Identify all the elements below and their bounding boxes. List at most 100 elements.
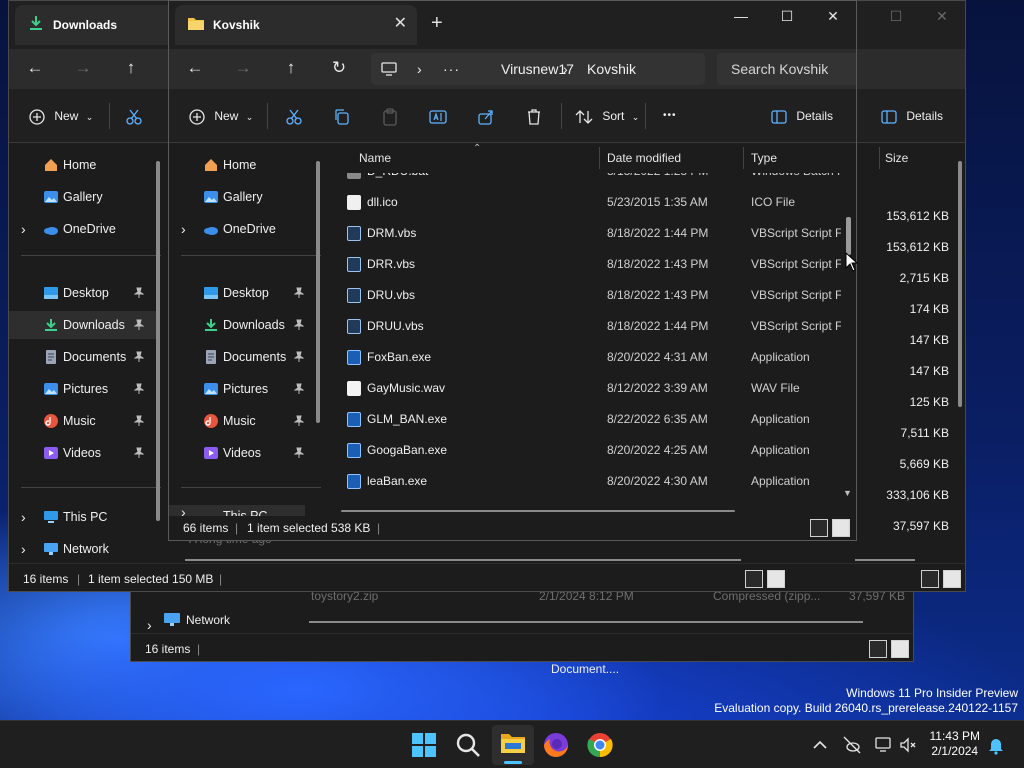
new-button[interactable]: New ⌄ bbox=[29, 105, 93, 127]
back-button[interactable]: ← bbox=[183, 57, 207, 81]
vertical-scrollbar[interactable] bbox=[957, 161, 963, 411]
refresh-button[interactable]: ↻ bbox=[327, 57, 351, 81]
back-button[interactable]: ← bbox=[23, 57, 47, 81]
firefox-icon[interactable] bbox=[540, 729, 572, 761]
file-row[interactable]: leaBan.exe 8/20/2022 4:30 AM Application bbox=[331, 466, 856, 497]
scroll-thumb[interactable] bbox=[316, 161, 320, 423]
nav-item-onedrive[interactable]: › OneDrive bbox=[169, 215, 319, 243]
nav-item-gallery[interactable]: Gallery bbox=[169, 183, 319, 211]
search-icon[interactable] bbox=[452, 729, 484, 761]
tiles-view-button[interactable] bbox=[767, 570, 785, 588]
scroll-down-arrow-icon[interactable]: ▼ bbox=[843, 488, 852, 498]
file-row[interactable]: dll.ico 5/23/2015 1:35 AM ICO File bbox=[331, 187, 856, 218]
file-row[interactable]: FoxBan.exe 8/20/2022 4:31 AM Application bbox=[331, 342, 856, 373]
horizontal-scrollbar[interactable] bbox=[309, 621, 863, 623]
up-button[interactable]: ↑ bbox=[119, 57, 143, 81]
pin-icon[interactable] bbox=[134, 447, 144, 459]
breadcrumb-item-kovshik[interactable]: Kovshik bbox=[587, 61, 636, 77]
clock[interactable]: 11:43 PM 2/1/2024 bbox=[930, 729, 980, 759]
details-view-button[interactable] bbox=[921, 570, 939, 588]
nav-item-home[interactable]: Home bbox=[169, 151, 319, 179]
nav-scrollbar[interactable] bbox=[155, 161, 161, 521]
horizontal-scrollbar[interactable] bbox=[855, 559, 915, 561]
file-row[interactable]: DRR.vbs 8/18/2022 1:43 PM VBScript Script … bbox=[331, 249, 856, 280]
windows-start-icon[interactable] bbox=[408, 729, 440, 761]
new-tab-button[interactable]: + bbox=[431, 13, 443, 33]
pin-icon[interactable] bbox=[294, 319, 304, 331]
file-explorer-taskbar-button[interactable] bbox=[492, 725, 534, 765]
expand-chevron-icon[interactable]: › bbox=[147, 617, 152, 633]
nav-item-pictures[interactable]: Pictures bbox=[169, 375, 319, 403]
nav-scrollbar[interactable] bbox=[315, 161, 321, 423]
nav-item-downloads[interactable]: Downloads bbox=[9, 311, 159, 339]
close-button[interactable]: ✕ bbox=[919, 1, 965, 33]
file-row[interactable]: DRM.vbs 8/18/2022 1:44 PM VBScript Script … bbox=[331, 218, 856, 249]
nav-item-home[interactable]: Home bbox=[9, 151, 159, 179]
pin-icon[interactable] bbox=[294, 415, 304, 427]
close-button[interactable]: ✕ bbox=[810, 1, 856, 33]
details-view-button[interactable] bbox=[810, 519, 828, 537]
scroll-thumb[interactable] bbox=[156, 161, 160, 521]
copy-button[interactable] bbox=[333, 105, 351, 127]
file-row[interactable]: DRUU.vbs 8/18/2022 1:44 PM VBScript Script… bbox=[331, 311, 856, 342]
column-header-size[interactable]: Size bbox=[885, 151, 908, 165]
pin-icon[interactable] bbox=[294, 447, 304, 459]
minimize-button[interactable]: — bbox=[718, 1, 764, 33]
cut-button[interactable] bbox=[285, 105, 303, 127]
search-box[interactable]: Search Kovshik bbox=[717, 53, 856, 85]
show-hidden-icons-chevron-icon[interactable] bbox=[810, 735, 830, 755]
breadcrumb[interactable]: › ··· Virusnew17 › Kovshik bbox=[371, 53, 705, 85]
network-status-icon[interactable] bbox=[874, 735, 894, 755]
nav-item-this-pc[interactable]: › This PC bbox=[9, 503, 159, 531]
chrome-icon[interactable] bbox=[584, 729, 616, 761]
expand-chevron-icon[interactable]: › bbox=[21, 503, 26, 531]
rename-button[interactable] bbox=[429, 105, 447, 127]
tiles-view-button[interactable] bbox=[943, 570, 961, 588]
new-button[interactable]: New ⌄ bbox=[189, 105, 253, 127]
title-bar[interactable]: Kovshik ✕ + — ☐ ✕ bbox=[169, 1, 856, 49]
cut-button[interactable] bbox=[125, 105, 143, 127]
breadcrumb-overflow[interactable]: ··· bbox=[443, 61, 460, 77]
vertical-scroll-thumb[interactable] bbox=[846, 217, 851, 255]
cloud-offline-icon[interactable] bbox=[842, 735, 862, 755]
sort-button[interactable]: Sort ⌄ bbox=[575, 105, 639, 127]
tiles-view-button[interactable] bbox=[832, 519, 850, 537]
horizontal-scrollbar[interactable] bbox=[341, 510, 735, 512]
file-row[interactable]: GLM_BAN.exe 8/22/2022 6:35 AM Application bbox=[331, 404, 856, 435]
pin-icon[interactable] bbox=[134, 415, 144, 427]
nav-item-desktop[interactable]: Desktop bbox=[9, 279, 159, 307]
pin-icon[interactable] bbox=[294, 351, 304, 363]
volume-muted-icon[interactable] bbox=[898, 735, 918, 755]
details-view-button[interactable] bbox=[745, 570, 763, 588]
nav-item-network[interactable]: Network bbox=[186, 613, 230, 627]
nav-item-gallery[interactable]: Gallery bbox=[9, 183, 159, 211]
nav-item-videos[interactable]: Videos bbox=[169, 439, 319, 467]
file-row[interactable]: DRU.vbs 8/18/2022 1:43 PM VBScript Script … bbox=[331, 280, 856, 311]
tiles-view-button[interactable] bbox=[891, 640, 909, 658]
nav-item-music[interactable]: Music bbox=[169, 407, 319, 435]
details-view-button[interactable] bbox=[869, 640, 887, 658]
paste-button[interactable] bbox=[381, 105, 399, 127]
expand-chevron-icon[interactable]: › bbox=[21, 215, 26, 243]
column-header-name[interactable]: Name bbox=[359, 151, 391, 165]
pin-icon[interactable] bbox=[134, 351, 144, 363]
pin-icon[interactable] bbox=[294, 383, 304, 395]
file-row[interactable]: GoogaBan.exe 8/20/2022 4:25 AM Application bbox=[331, 435, 856, 466]
see-more-button[interactable]: ••• bbox=[663, 105, 677, 127]
nav-item-onedrive[interactable]: › OneDrive bbox=[9, 215, 159, 243]
column-header-type[interactable]: Type bbox=[751, 151, 777, 165]
column-header-date[interactable]: Date modified bbox=[607, 151, 681, 165]
details-button[interactable]: Details bbox=[771, 105, 833, 127]
expand-chevron-icon[interactable]: › bbox=[21, 535, 26, 563]
scroll-thumb[interactable] bbox=[958, 161, 962, 407]
share-button[interactable] bbox=[477, 105, 495, 127]
nav-item-pictures[interactable]: Pictures bbox=[9, 375, 159, 403]
up-button[interactable]: ↑ bbox=[279, 57, 303, 81]
explorer-window-kovshik[interactable]: Kovshik ✕ + — ☐ ✕ ← → ↑ ↻ › ··· Virusnew… bbox=[168, 0, 857, 541]
pin-icon[interactable] bbox=[134, 383, 144, 395]
pin-icon[interactable] bbox=[294, 287, 304, 299]
nav-item-downloads[interactable]: Downloads bbox=[169, 311, 319, 339]
expand-chevron-icon[interactable]: › bbox=[181, 215, 186, 243]
nav-item-documents[interactable]: Documents bbox=[169, 343, 319, 371]
forward-button[interactable]: → bbox=[71, 57, 95, 81]
